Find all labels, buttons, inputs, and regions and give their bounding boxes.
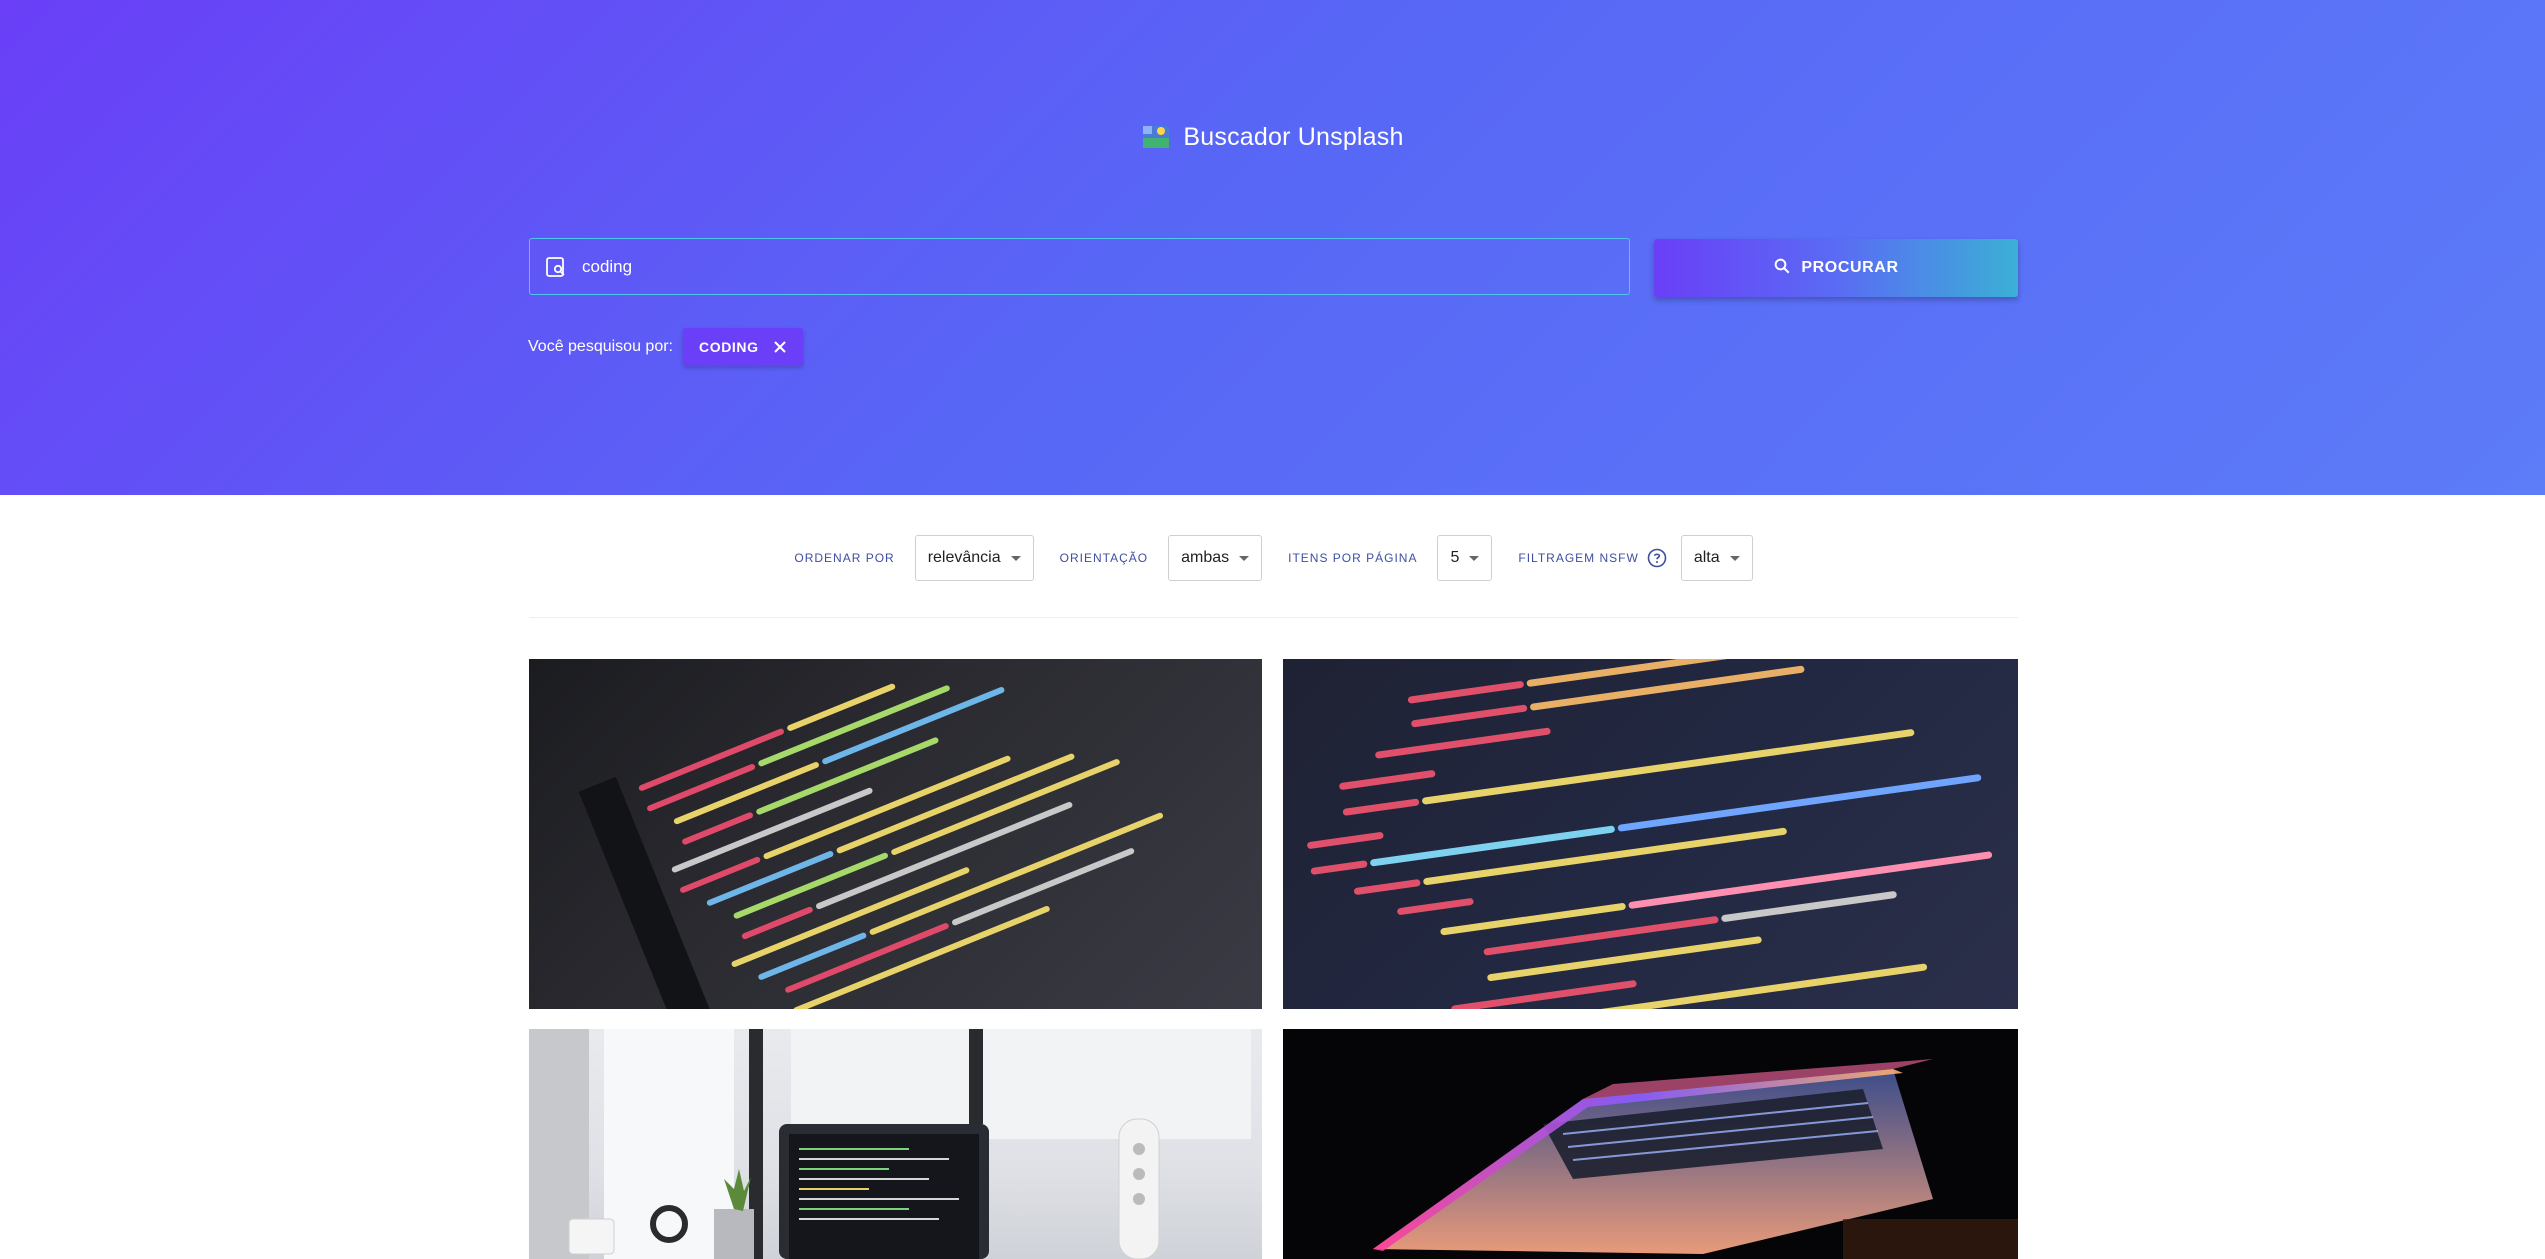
search-button[interactable]: PROCURAR	[1654, 239, 2018, 297]
result-photo-laptop-desk[interactable]	[529, 1029, 1262, 1259]
divider	[529, 617, 2018, 618]
nsfw-label: FILTRAGEM NSFW	[1518, 551, 1639, 565]
orientation-value: ambas	[1181, 549, 1230, 566]
nsfw-select[interactable]: alta	[1680, 535, 1753, 581]
search-chip[interactable]: CODING	[683, 328, 803, 366]
result-photo-laptop-dark[interactable]	[1283, 1029, 2018, 1259]
per-page-select[interactable]: 5	[1437, 535, 1493, 581]
hero-banner: Buscador Unsplash PROCURAR Você pesquiso…	[0, 0, 2545, 495]
orientation-label: ORIENTAÇÃO	[1059, 551, 1149, 565]
close-icon[interactable]	[773, 340, 787, 354]
image-search-icon	[544, 255, 568, 279]
search-summary: Você pesquisou por: CODING	[528, 328, 803, 366]
brand: Buscador Unsplash	[0, 122, 2545, 152]
orientation-select[interactable]: ambas	[1168, 535, 1263, 581]
order-select[interactable]: relevância	[914, 535, 1034, 581]
image-icon	[1141, 122, 1171, 152]
result-photo-code-screen[interactable]	[529, 659, 1262, 1009]
order-value: relevância	[927, 549, 1001, 566]
nsfw-value: alta	[1693, 549, 1720, 566]
filter-bar: ORDENAR POR relevância ORIENTAÇÃO ambas …	[529, 497, 2018, 618]
result-photo-code-svg[interactable]	[1283, 659, 2018, 1009]
search-field[interactable]	[529, 238, 1630, 295]
nsfw-filter: FILTRAGEM NSFW	[1518, 548, 1680, 568]
search-input[interactable]	[580, 255, 1629, 278]
searched-label: Você pesquisou por:	[528, 338, 673, 355]
per-page-value: 5	[1450, 549, 1460, 566]
search-chip-label: CODING	[699, 339, 759, 355]
help-icon[interactable]	[1647, 548, 1667, 568]
app-title: Buscador Unsplash	[1183, 122, 1404, 151]
chevron-down-icon	[1239, 555, 1250, 561]
per-page-label: ITENS POR PÁGINA	[1288, 551, 1418, 565]
chevron-down-icon	[1729, 555, 1740, 561]
chevron-down-icon	[1469, 555, 1480, 561]
order-label: ORDENAR POR	[794, 551, 895, 565]
search-button-label: PROCURAR	[1801, 259, 1899, 276]
search-icon	[1773, 257, 1791, 280]
chevron-down-icon	[1010, 555, 1021, 561]
